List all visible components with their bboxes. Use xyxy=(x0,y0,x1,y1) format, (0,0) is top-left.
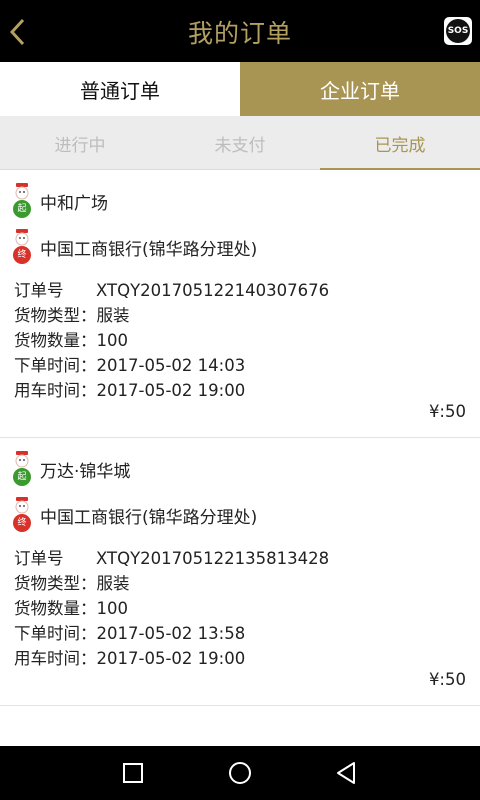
use-time-label: 用车时间： xyxy=(14,381,97,400)
start-location: 万达·锦华城 xyxy=(40,461,131,482)
start-pin-label: 起 xyxy=(17,204,27,214)
use-time: 2017-05-02 19:00 xyxy=(96,381,246,400)
use-time: 2017-05-02 19:00 xyxy=(96,649,246,668)
end-pin-label: 终 xyxy=(17,518,27,528)
cargo-type: 服装 xyxy=(96,574,130,593)
tab-in-progress[interactable]: 进行中 xyxy=(0,116,160,170)
end-location-row: 终 中国工商银行(锦华路分理处) xyxy=(12,496,257,534)
cargo-type-row: 货物类型： 服装 xyxy=(14,303,329,328)
order-status-tabs: 进行中 未支付 已完成 xyxy=(0,116,480,171)
tab-unpaid[interactable]: 未支付 xyxy=(160,116,320,170)
order-card[interactable]: 起 万达·锦华城 终 中国工商银行(锦华路分理处) 订单号 XTQY201705… xyxy=(0,438,480,706)
order-number-label: 订单号 xyxy=(14,281,64,300)
order-details: 订单号 XTQY20170512213581342​8 货物类型： 服装 货物数… xyxy=(14,546,329,671)
recents-button[interactable] xyxy=(103,746,163,800)
order-card[interactable]: 起 中和广场 终 中国工商银行(锦华路分理处) 订单号 XTQY20170512… xyxy=(0,170,480,438)
cargo-type: 服装 xyxy=(96,306,130,325)
start-location: 中和广场 xyxy=(40,193,108,214)
home-button[interactable] xyxy=(210,746,270,800)
square-icon xyxy=(123,763,143,783)
order-number-row: 订单号 XTQY20170512214030767​6 xyxy=(14,278,329,303)
start-location-row: 起 中和广场 xyxy=(12,182,108,220)
tab-completed[interactable]: 已完成 xyxy=(320,116,480,171)
cargo-qty: 100 xyxy=(96,331,129,350)
cargo-qty-label: 货物数量： xyxy=(14,599,97,618)
order-time-label: 下单时间： xyxy=(14,624,97,643)
order-price: ¥:50 xyxy=(428,402,466,421)
circle-icon xyxy=(229,762,251,784)
system-nav-bar xyxy=(0,746,480,800)
order-time-row: 下单时间： 2017-05-02 14:03 xyxy=(14,353,329,378)
back-nav-button[interactable] xyxy=(316,746,376,800)
cargo-type-label: 货物类型： xyxy=(14,574,97,593)
page-title: 我的订单 xyxy=(187,19,292,48)
end-location: 中国工商银行(锦华路分理处) xyxy=(40,507,258,528)
cargo-qty-label: 货物数量： xyxy=(14,331,97,350)
order-type-tabs: 普通订单 企业订单 xyxy=(0,62,480,116)
order-details: 订单号 XTQY20170512214030767​6 货物类型： 服装 货物数… xyxy=(14,278,329,403)
order-number: XTQY20170512214030767​6 xyxy=(96,281,330,300)
end-location-row: 终 中国工商银行(锦华路分理处) xyxy=(12,228,257,266)
order-time-row: 下单时间： 2017-05-02 13:58 xyxy=(14,621,329,646)
end-pin-icon: 终 xyxy=(12,228,32,266)
start-pin-icon: 起 xyxy=(12,182,32,220)
order-number-label: 订单号 xyxy=(14,549,64,568)
end-location: 中国工商银行(锦华路分理处) xyxy=(40,239,258,260)
cargo-qty: 100 xyxy=(96,599,129,618)
tab-enterprise-orders[interactable]: 企业订单 xyxy=(240,62,480,116)
order-time-label: 下单时间： xyxy=(14,356,97,375)
sos-icon: SOS xyxy=(446,19,470,43)
start-pin-icon: 起 xyxy=(12,450,32,488)
order-time: 2017-05-02 13:58 xyxy=(96,624,246,643)
start-pin-label: 起 xyxy=(17,472,27,482)
cargo-type-row: 货物类型： 服装 xyxy=(14,571,329,596)
end-pin-icon: 终 xyxy=(12,496,32,534)
tab-normal-orders[interactable]: 普通订单 xyxy=(0,62,240,116)
title-bar: 我的订单 SOS xyxy=(0,0,480,62)
use-time-label: 用车时间： xyxy=(14,649,97,668)
start-location-row: 起 万达·锦华城 xyxy=(12,450,130,488)
triangle-back-icon xyxy=(337,762,355,784)
use-time-row: 用车时间： 2017-05-02 19:00 xyxy=(14,378,329,403)
order-price: ¥:50 xyxy=(428,670,466,689)
order-time: 2017-05-02 14:03 xyxy=(96,356,246,375)
use-time-row: 用车时间： 2017-05-02 19:00 xyxy=(14,646,329,671)
order-number-row: 订单号 XTQY20170512213581342​8 xyxy=(14,546,329,571)
cargo-qty-row: 货物数量： 100 xyxy=(14,596,329,621)
sos-button[interactable]: SOS xyxy=(444,17,472,45)
order-list[interactable]: 起 中和广场 终 中国工商银行(锦华路分理处) 订单号 XTQY20170512… xyxy=(0,170,480,746)
order-number: XTQY20170512213581342​8 xyxy=(96,549,330,568)
cargo-qty-row: 货物数量： 100 xyxy=(14,328,329,353)
cargo-type-label: 货物类型： xyxy=(14,306,97,325)
end-pin-label: 终 xyxy=(17,250,27,260)
